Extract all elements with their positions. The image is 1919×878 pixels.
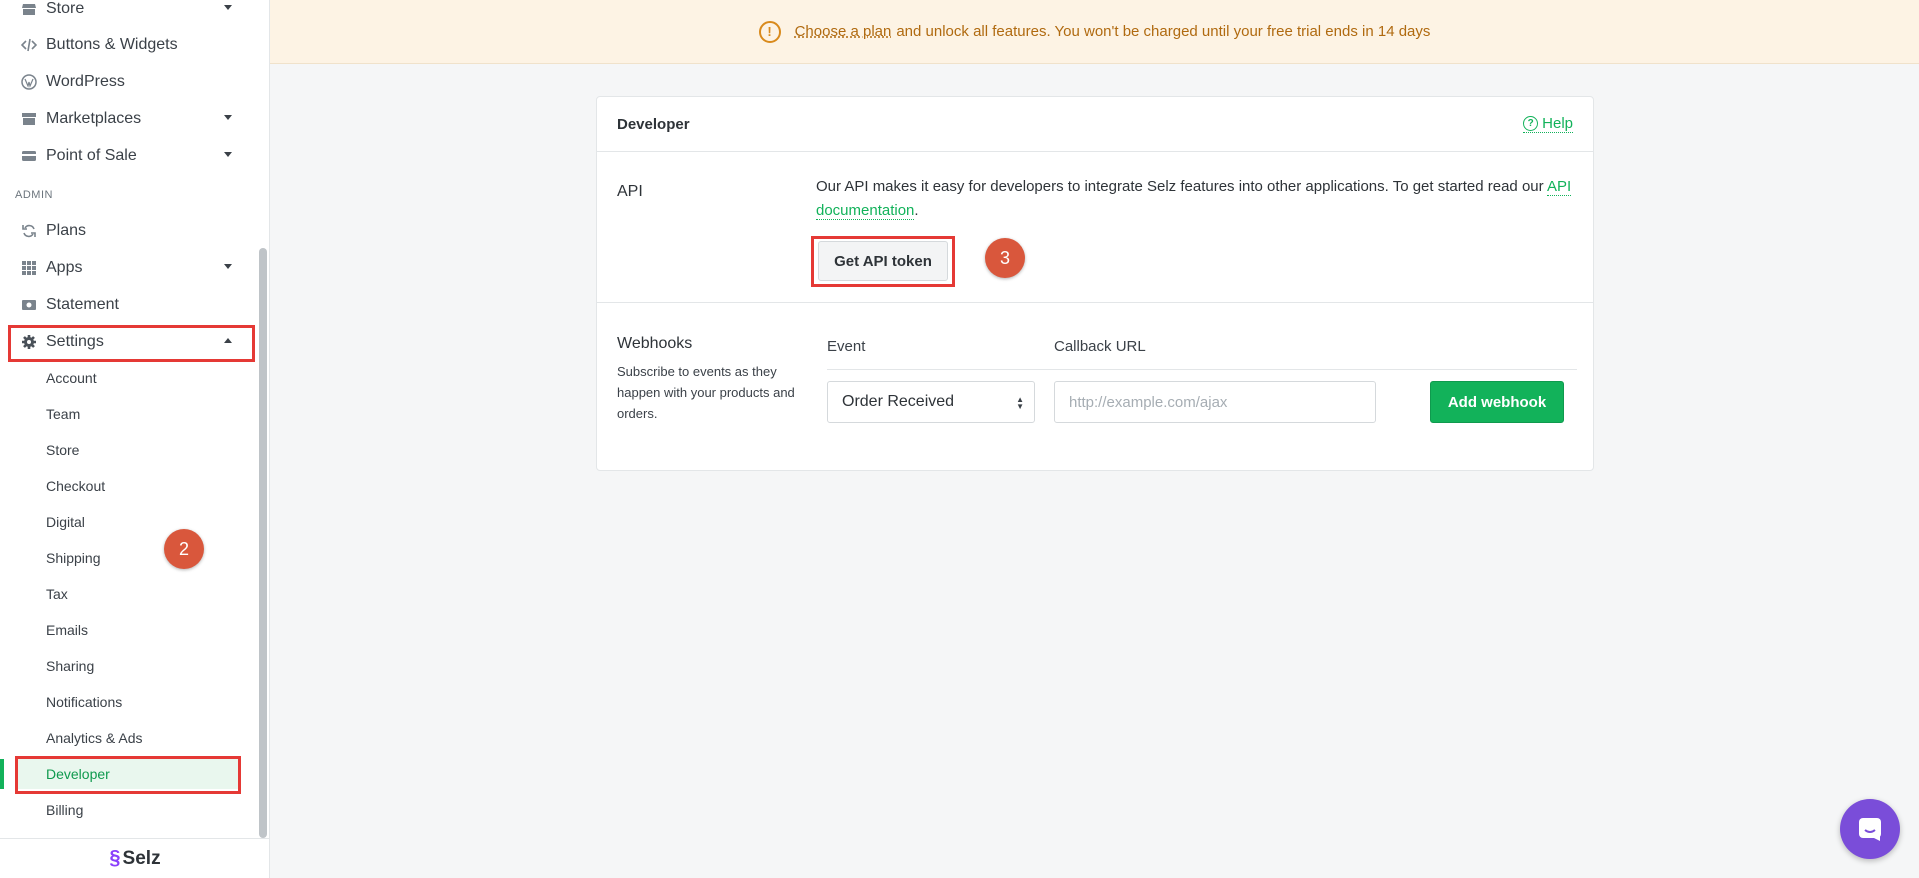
help-link[interactable]: ? Help bbox=[1523, 115, 1573, 133]
sidebar-scrollbar[interactable] bbox=[259, 248, 267, 838]
sidebar-item-store[interactable]: Store bbox=[0, 0, 256, 24]
settings-item-team[interactable]: Team bbox=[46, 404, 80, 424]
code-icon bbox=[20, 36, 38, 54]
admin-section-label: ADMIN bbox=[15, 189, 53, 201]
sidebar-item-plans[interactable]: Plans bbox=[0, 216, 256, 246]
banner-text: and unlock all features. You won't be ch… bbox=[896, 23, 1431, 40]
callback-column-header: Callback URL bbox=[1054, 338, 1146, 355]
settings-item-account[interactable]: Account bbox=[46, 368, 97, 388]
developer-card: Developer ? Help API Our API makes it ea… bbox=[596, 96, 1594, 471]
sidebar-item-label: Statement bbox=[46, 296, 119, 313]
api-label: API bbox=[617, 183, 643, 200]
card-header: Developer ? Help bbox=[597, 97, 1593, 152]
api-text-end: . bbox=[914, 202, 919, 219]
chat-icon bbox=[1859, 818, 1881, 841]
api-text: Our API makes it easy for developers to … bbox=[816, 178, 1544, 195]
selz-logo-icon: § bbox=[109, 847, 121, 869]
trial-banner: ! Choose a plan and unlock all features.… bbox=[270, 0, 1919, 64]
page-title: Developer bbox=[617, 116, 690, 133]
question-icon: ? bbox=[1523, 116, 1539, 131]
add-webhook-button[interactable]: Add webhook bbox=[1430, 381, 1564, 423]
event-column-header: Event bbox=[827, 338, 866, 355]
event-select[interactable]: Order Received ▲ ▼ bbox=[827, 381, 1035, 423]
sidebar-item-apps[interactable]: Apps bbox=[0, 253, 256, 283]
select-arrows-icon: ▲ ▼ bbox=[1016, 395, 1024, 411]
brand-name: Selz bbox=[122, 847, 161, 869]
chevron-down-icon bbox=[224, 152, 232, 157]
chevron-down-icon bbox=[224, 5, 232, 10]
settings-item-store[interactable]: Store bbox=[46, 440, 79, 460]
money-icon bbox=[20, 296, 38, 314]
settings-item-tax[interactable]: Tax bbox=[46, 584, 68, 604]
webhook-header-divider bbox=[827, 369, 1577, 370]
brand-logo: § Selz bbox=[0, 838, 270, 878]
chevron-down-icon bbox=[224, 115, 232, 120]
chevron-down-icon bbox=[224, 264, 232, 269]
sidebar-item-statement[interactable]: Statement bbox=[0, 290, 256, 320]
event-select-value: Order Received bbox=[842, 393, 955, 410]
shop-icon bbox=[20, 110, 38, 128]
sidebar: Store Buttons & Widgets WordPress Market… bbox=[0, 0, 270, 878]
settings-item-analytics-ads[interactable]: Analytics & Ads bbox=[46, 728, 143, 748]
warning-icon: ! bbox=[758, 20, 781, 43]
api-description: Our API makes it easy for developers to … bbox=[816, 175, 1576, 223]
sidebar-item-label: Buttons & Widgets bbox=[46, 36, 178, 53]
grid-icon bbox=[20, 259, 38, 277]
settings-item-notifications[interactable]: Notifications bbox=[46, 692, 122, 712]
sidebar-item-point-of-sale[interactable]: Point of Sale bbox=[0, 141, 256, 171]
webhooks-label: Webhooks bbox=[617, 335, 693, 352]
store-icon bbox=[20, 0, 38, 18]
sidebar-item-label: Plans bbox=[46, 222, 87, 239]
settings-item-checkout[interactable]: Checkout bbox=[46, 476, 105, 496]
sidebar-item-marketplaces[interactable]: Marketplaces bbox=[0, 104, 256, 134]
refresh-icon bbox=[20, 222, 38, 240]
settings-item-shipping[interactable]: Shipping bbox=[46, 548, 101, 568]
wordpress-icon bbox=[20, 73, 38, 91]
sidebar-item-label: WordPress bbox=[46, 73, 125, 90]
step-marker-2: 2 bbox=[164, 529, 204, 569]
settings-item-billing[interactable]: Billing bbox=[46, 800, 83, 820]
settings-item-emails[interactable]: Emails bbox=[46, 620, 88, 640]
highlight-box-settings bbox=[8, 325, 255, 362]
card-icon bbox=[20, 147, 38, 165]
help-label: Help bbox=[1542, 115, 1573, 132]
sidebar-item-label: Marketplaces bbox=[46, 110, 142, 127]
section-divider bbox=[597, 302, 1593, 303]
chat-launcher-button[interactable] bbox=[1840, 799, 1900, 859]
webhooks-description: Subscribe to events as they happen with … bbox=[617, 364, 795, 421]
sidebar-item-label: Store bbox=[46, 0, 85, 17]
sidebar-item-buttons-widgets[interactable]: Buttons & Widgets bbox=[0, 30, 256, 60]
step-marker-3: 3 bbox=[985, 238, 1025, 278]
sidebar-item-label: Point of Sale bbox=[46, 147, 137, 164]
settings-item-digital[interactable]: Digital bbox=[46, 512, 85, 532]
highlight-box-developer bbox=[15, 756, 241, 794]
highlight-box-api-token bbox=[811, 236, 955, 287]
settings-item-sharing[interactable]: Sharing bbox=[46, 656, 94, 676]
callback-url-input[interactable] bbox=[1054, 381, 1376, 423]
choose-plan-link[interactable]: Choose a plan bbox=[795, 23, 892, 40]
active-item-indicator bbox=[0, 759, 4, 789]
sidebar-item-wordpress[interactable]: WordPress bbox=[0, 67, 256, 97]
sidebar-item-label: Apps bbox=[46, 259, 83, 276]
